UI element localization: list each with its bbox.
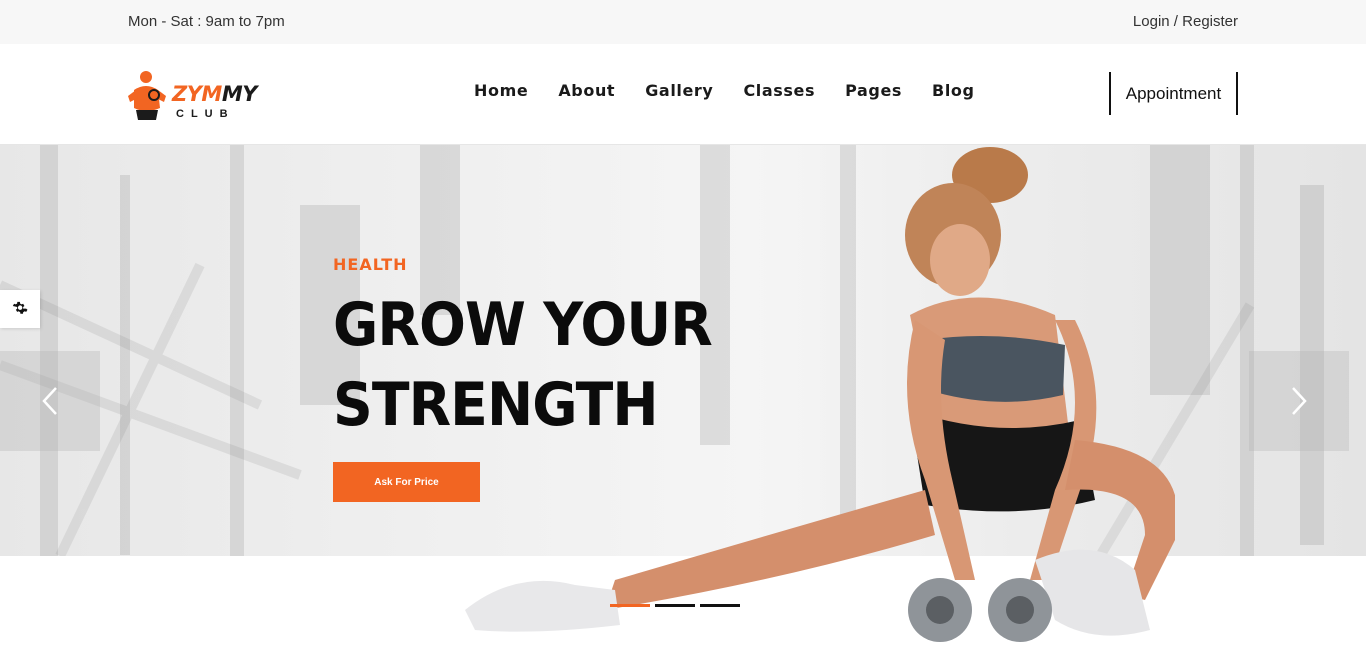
slider-dot-1[interactable] bbox=[610, 604, 650, 607]
logo-word-b: MY bbox=[221, 82, 258, 106]
hero-headline-line-2: STRENGTH bbox=[333, 370, 659, 440]
site-logo[interactable]: ZYMMY CLUB bbox=[126, 66, 266, 124]
ask-for-price-button[interactable]: Ask For Price bbox=[333, 462, 480, 502]
site-header: ZYMMY CLUB Home About Gallery Classes Pa… bbox=[0, 44, 1366, 145]
slider-dot-2[interactable] bbox=[655, 604, 695, 607]
settings-toggle[interactable] bbox=[0, 290, 40, 328]
nav-item-about[interactable]: About bbox=[558, 81, 615, 100]
login-link[interactable]: Login bbox=[1133, 13, 1170, 30]
chevron-right-icon bbox=[1292, 387, 1307, 415]
chevron-left-icon bbox=[42, 387, 57, 415]
main-nav: Home About Gallery Classes Pages Blog bbox=[474, 81, 1005, 100]
logo-subtitle: CLUB bbox=[176, 108, 235, 120]
nav-item-home[interactable]: Home bbox=[474, 81, 528, 100]
nav-item-pages[interactable]: Pages bbox=[845, 81, 902, 100]
slider-prev-button[interactable] bbox=[0, 351, 100, 451]
hero-headline-line-1: GROW YOUR bbox=[333, 290, 713, 360]
nav-item-blog[interactable]: Blog bbox=[932, 81, 975, 100]
slider-dot-3[interactable] bbox=[700, 604, 740, 607]
auth-separator: / bbox=[1173, 13, 1178, 30]
top-bar: Mon - Sat : 9am to 7pm Login / Register bbox=[0, 0, 1366, 44]
slider-next-button[interactable] bbox=[1249, 351, 1349, 451]
bodybuilder-logo-icon bbox=[128, 71, 166, 120]
nav-item-gallery[interactable]: Gallery bbox=[645, 81, 713, 100]
hero-headline: GROW YOUR STRENGTH bbox=[333, 285, 713, 445]
gear-icon bbox=[12, 301, 28, 314]
appointment-button[interactable]: Appointment bbox=[1109, 72, 1238, 115]
hero-kicker: HEALTH bbox=[333, 255, 408, 274]
nav-item-classes[interactable]: Classes bbox=[743, 81, 815, 100]
opening-hours: Mon - Sat : 9am to 7pm bbox=[128, 13, 285, 30]
hero-slider: HEALTH GROW YOUR STRENGTH Ask For Price bbox=[0, 145, 1366, 556]
logo-wordmark: ZYMMY bbox=[172, 82, 257, 106]
logo-word-a: ZYM bbox=[172, 82, 222, 106]
register-link[interactable]: Register bbox=[1182, 13, 1238, 30]
slider-pagination bbox=[610, 604, 740, 607]
auth-links: Login / Register bbox=[1133, 13, 1238, 30]
